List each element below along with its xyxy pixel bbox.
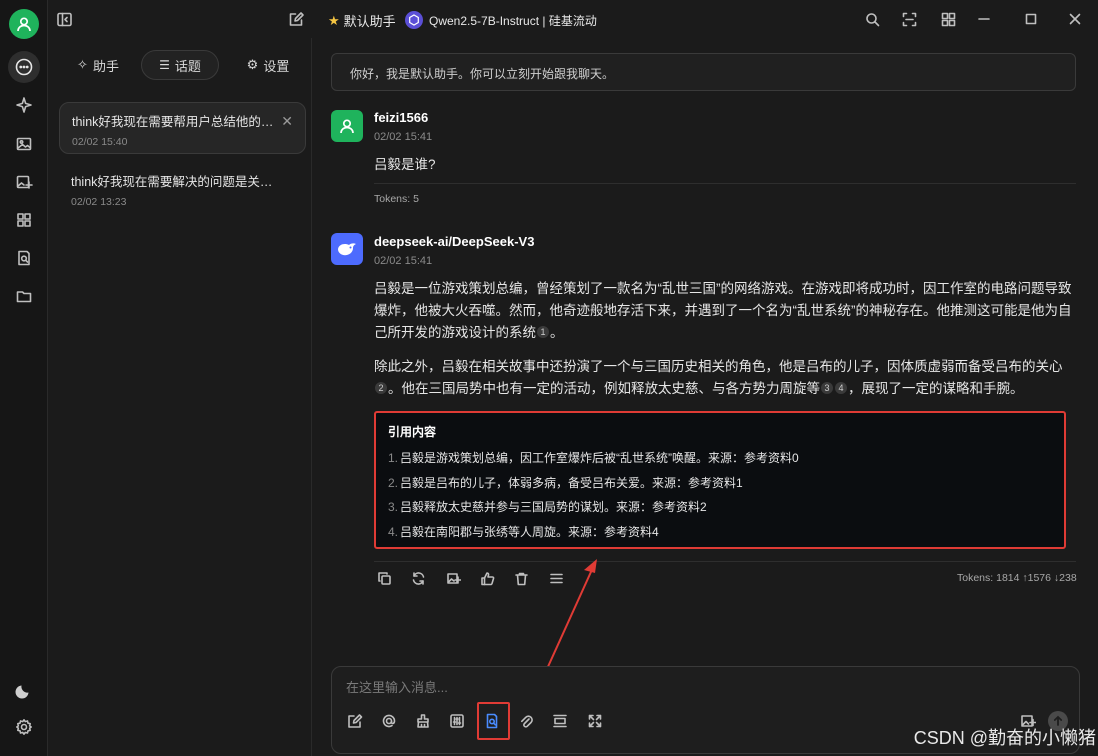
citation-text: 吕毅在南阳郡与张绣等人周旋。来源：参考资料4: [400, 524, 659, 539]
bot-paragraph-2: 除此之外，吕毅在相关故事中还扮演了一个与三国历史相关的角色，他是吕布的儿子，因体…: [374, 356, 1074, 400]
bot-name: deepseek-ai/DeepSeek-V3: [374, 234, 535, 249]
watermark: CSDN @勤奋的小懒猪: [913, 728, 1096, 748]
close-icon[interactable]: [1065, 9, 1085, 29]
citation-badge[interactable]: 1: [537, 326, 549, 338]
image-icon[interactable]: [8, 128, 40, 160]
minimize-icon[interactable]: [974, 9, 994, 29]
chat-area: 你好，我是默认助手。你可以立刻开始跟我聊天。 feizi1566 02/02 1…: [313, 38, 1098, 756]
token-count: Tokens: 1814 ↑1576 ↓238: [957, 572, 1077, 584]
settings-sliders-icon[interactable]: [447, 711, 467, 731]
paragraph-text: ，展现了一定的谋略和手腕。: [848, 381, 1024, 396]
assistant-selector[interactable]: ★ 默认助手: [328, 11, 396, 30]
model-selector[interactable]: Qwen2.5-7B-Instruct | 硅基流动: [405, 11, 597, 29]
paragraph-text: 。他在三国局势中也有一定的活动，例如释放太史慈、与各方势力周旋等: [388, 381, 820, 396]
citation-badge[interactable]: 2: [375, 382, 387, 394]
topic-title: think好我现在需要帮用户总结他的会...: [72, 115, 282, 129]
top-bar: ★ 默认助手 Qwen2.5-7B-Instruct | 硅基流动: [48, 0, 1098, 38]
bot-paragraph-1: 吕毅是一位游戏策划总编，曾经策划了一款名为“乱世三国”的网络游戏。在游戏即将成功…: [374, 278, 1074, 344]
citation-text: 吕毅释放太史慈并参与三国局势的谋划。来源：参考资料2: [400, 500, 707, 514]
image-export-icon[interactable]: [445, 570, 461, 586]
folder-icon[interactable]: [8, 280, 40, 312]
message-divider: [374, 561, 1076, 562]
topic-time: 02/02 15:40: [72, 136, 128, 148]
citation-badge[interactable]: 3: [821, 382, 833, 394]
user-avatar: [331, 110, 363, 142]
citation-number: 2.: [388, 475, 399, 490]
mention-icon[interactable]: [379, 711, 399, 731]
citation-badge[interactable]: 4: [835, 382, 847, 394]
left-rail: [0, 0, 48, 756]
citation-item[interactable]: 3. 吕毅释放太史慈并参与三国局势的谋划。来源：参考资料2: [388, 495, 1052, 520]
context-length-icon[interactable]: [550, 711, 570, 731]
tab-label: 话题: [174, 58, 201, 74]
sidebar-toggle-icon[interactable]: [54, 9, 74, 29]
citation-title: 引用内容: [388, 425, 437, 439]
search-icon[interactable]: [862, 9, 882, 29]
tab-topics[interactable]: ☰ 话题: [141, 50, 219, 80]
fullscreen-toggle-icon[interactable]: [899, 9, 919, 29]
thumbs-up-icon[interactable]: [479, 570, 495, 586]
citation-item[interactable]: 4. 吕毅在南阳郡与张绣等人周旋。来源：参考资料4: [388, 520, 1052, 545]
clear-icon[interactable]: [413, 711, 433, 731]
message-divider: [374, 183, 1076, 184]
copy-icon[interactable]: [376, 570, 392, 586]
citation-box: 引用内容 1. 吕毅是游戏策划总编，因工作室爆炸后被“乱世系统”唤醒。来源：参考资…: [374, 411, 1066, 549]
user-name: feizi1566: [374, 110, 429, 125]
deepseek-logo-icon: [331, 233, 363, 265]
expand-icon[interactable]: [585, 711, 605, 731]
moon-icon[interactable]: [8, 674, 40, 706]
attachment-icon[interactable]: [516, 711, 536, 731]
tab-assistant[interactable]: ✧ 助手: [63, 50, 133, 80]
paragraph-text: 除此之外，吕毅在相关故事中还扮演了一个与三国历史相关的角色，他是吕布的儿子，因体…: [374, 359, 1063, 374]
edit-icon[interactable]: [345, 711, 365, 731]
model-logo-icon: [405, 11, 423, 29]
sparkle-icon: ✧: [77, 57, 88, 72]
citation-number: 3.: [388, 500, 399, 514]
message-time: 02/02 15:41: [374, 255, 433, 267]
topic-item[interactable]: think好我现在需要解决的问题是关于... 02/02 13:23: [59, 163, 306, 215]
user-message-text: 吕毅是谁?: [374, 157, 436, 172]
assistant-name-label: 默认助手: [343, 14, 396, 29]
tab-label: 设置: [263, 58, 290, 74]
user-avatar[interactable]: [9, 9, 39, 39]
paragraph-text: 吕毅是一位游戏策划总编，曾经策划了一款名为“乱世三国”的网络游戏。在游戏即将成功…: [374, 281, 1072, 340]
paragraph-text: 。: [550, 325, 564, 340]
model-name-label: Qwen2.5-7B-Instruct | 硅基流动: [429, 13, 597, 28]
star-icon: ★: [328, 12, 340, 28]
apps-grid-icon[interactable]: [8, 204, 40, 236]
gear-icon: ⚙: [246, 57, 259, 72]
citation-text: 吕毅是吕布的儿子，体弱多病，备受吕布关爱。来源：参考资料1: [400, 475, 743, 490]
tab-settings[interactable]: ⚙ 设置: [228, 50, 308, 80]
sparkle-icon[interactable]: [8, 89, 40, 121]
citation-text: 吕毅是游戏策划总编，因工作室爆炸后被“乱世系统”唤醒。来源：参考资料0: [400, 451, 799, 465]
maximize-icon[interactable]: [1021, 9, 1041, 29]
citation-number: 1.: [388, 451, 399, 465]
topic-time: 02/02 13:23: [71, 196, 127, 208]
topic-panel: ✧ 助手 ☰ 话题 ⚙ 设置 think好我现在需要帮用户总结他的会... 02…: [48, 38, 312, 756]
message-input[interactable]: [346, 677, 1046, 697]
tab-label: 助手: [92, 58, 119, 74]
topic-title: think好我现在需要解决的问题是关于...: [71, 175, 281, 189]
message-time: 02/02 15:41: [374, 131, 433, 143]
new-topic-icon[interactable]: [286, 9, 306, 29]
token-count: Tokens: 5: [374, 193, 419, 205]
chat-icon[interactable]: [8, 51, 40, 83]
knowledge-base-highlight: [477, 702, 510, 740]
greeting-message: 你好，我是默认助手。你可以立刻开始跟我聊天。: [331, 53, 1076, 91]
apps-grid-icon[interactable]: [938, 9, 958, 29]
knowledge-search-icon[interactable]: [8, 242, 40, 274]
citation-item[interactable]: 1. 吕毅是游戏策划总编，因工作室爆炸后被“乱世系统”唤醒。来源：参考资料0: [388, 446, 1052, 471]
regenerate-icon[interactable]: [410, 570, 426, 586]
settings-gear-icon[interactable]: [8, 711, 40, 743]
list-icon: ☰: [159, 58, 170, 72]
citation-item[interactable]: 2. 吕毅是吕布的儿子，体弱多病，备受吕布关爱。来源：参考资料1: [388, 471, 1052, 496]
image-edit-icon[interactable]: [8, 166, 40, 198]
close-icon[interactable]: ✕: [281, 113, 293, 130]
topic-item[interactable]: think好我现在需要帮用户总结他的会... 02/02 15:40 ✕: [59, 102, 306, 154]
citation-number: 4.: [388, 524, 399, 539]
